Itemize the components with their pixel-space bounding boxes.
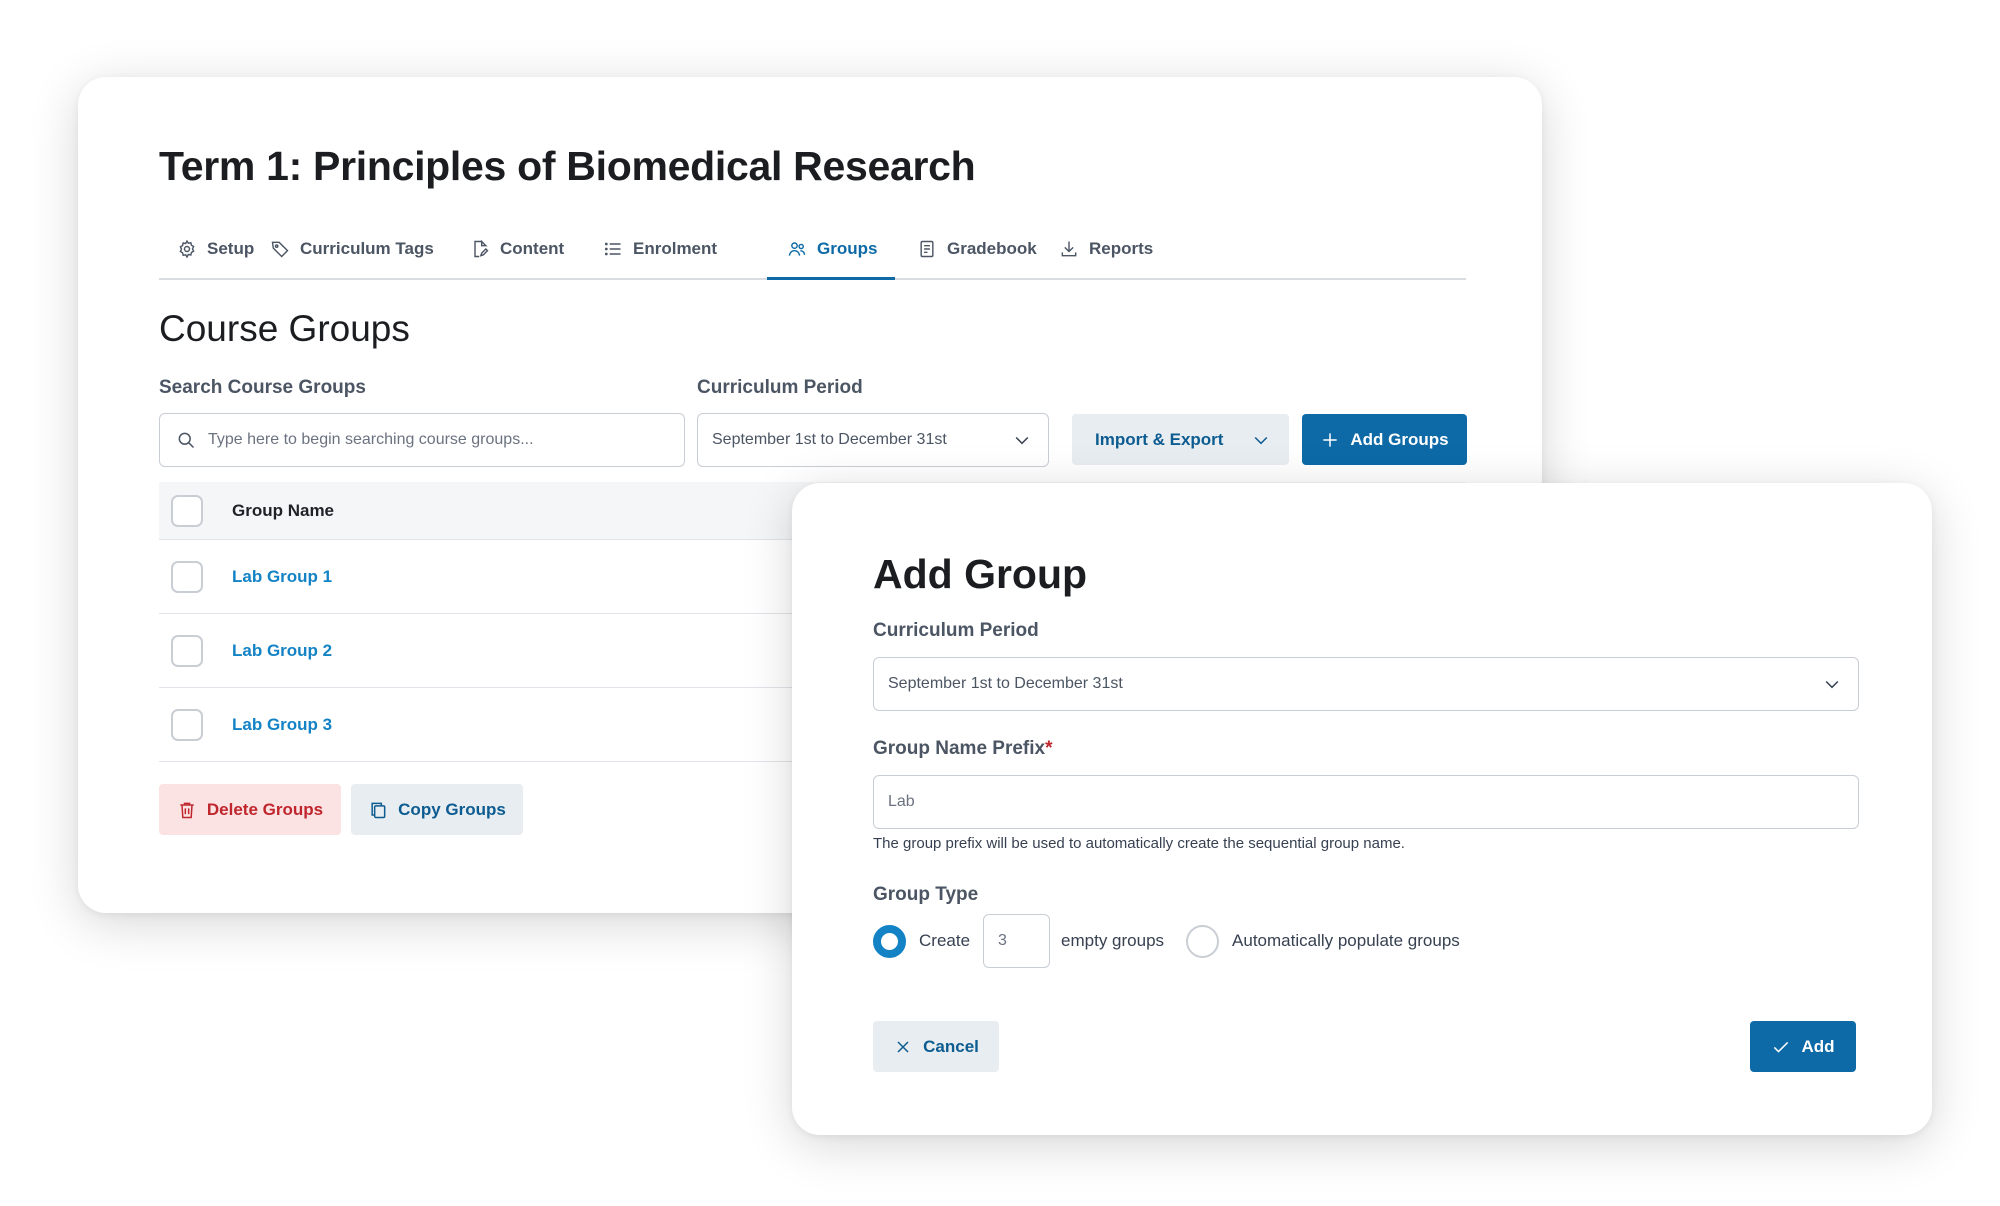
tab-reports[interactable]: Reports (1059, 217, 1153, 280)
document-edit-icon (474, 239, 489, 257)
tab-label: Setup (207, 238, 255, 258)
tab-label: Curriculum Tags (300, 238, 434, 258)
chevron-down-icon (1254, 436, 1268, 444)
row-checkbox[interactable] (171, 560, 203, 593)
list-icon (604, 242, 621, 255)
search-field (159, 413, 685, 467)
row-checkbox[interactable] (171, 708, 203, 741)
group-name-prefix-label-text: Group Name Prefix (873, 738, 1046, 759)
active-tab-indicator (767, 277, 895, 280)
search-label: Search Course Groups (159, 377, 366, 398)
add-groups-label: Add Groups (1350, 429, 1449, 449)
tab-gradebook[interactable]: Gradebook (917, 217, 1037, 280)
import-export-label: Import & Export (1095, 429, 1224, 449)
group-name-prefix-label: Group Name Prefix* (873, 738, 1053, 760)
required-mark: * (1045, 738, 1053, 759)
tab-setup[interactable]: Setup (177, 217, 254, 280)
tab-content[interactable]: Content (470, 217, 564, 280)
copy-groups-button[interactable]: Copy Groups (351, 784, 523, 835)
group-link[interactable]: Lab Group 2 (232, 641, 332, 661)
tab-label: Content (500, 238, 565, 258)
curriculum-period-value: September 1st to December 31st (712, 431, 947, 448)
modal-title: Add Group (873, 551, 1088, 597)
tab-label: Gradebook (947, 238, 1037, 258)
copy-icon (371, 802, 386, 818)
gradebook-icon (920, 240, 934, 257)
group-name-prefix-field (873, 775, 1859, 829)
add-group-modal: Add Group Curriculum Period September 1s… (792, 483, 1932, 1135)
tab-enrolment[interactable]: Enrolment (603, 217, 717, 280)
delete-groups-button[interactable]: Delete Groups (159, 784, 341, 835)
search-icon (178, 432, 195, 449)
page-title: Term 1: Principles of Biomedical Researc… (159, 143, 976, 189)
copy-groups-label: Copy Groups (398, 799, 506, 819)
course-tabs: Setup Curriculum Tags Content Enrolment … (159, 217, 1466, 280)
cancel-button[interactable]: Cancel (873, 1021, 999, 1072)
group-link[interactable]: Lab Group 3 (232, 715, 332, 735)
chevron-down-icon (1825, 680, 1839, 689)
modal-curriculum-period-select[interactable]: September 1st to December 31st (873, 657, 1859, 711)
group-name-prefix-help: The group prefix will be used to automat… (873, 835, 1405, 852)
import-export-button[interactable]: Import & Export (1072, 414, 1289, 465)
add-label: Add (1801, 1036, 1835, 1056)
row-checkbox[interactable] (171, 634, 203, 667)
section-title: Course Groups (159, 308, 410, 349)
download-icon (1061, 241, 1077, 256)
auto-populate-radio[interactable] (1186, 924, 1220, 958)
search-input[interactable] (208, 431, 668, 449)
column-header-group-name: Group Name (232, 500, 335, 520)
users-icon (788, 241, 806, 256)
group-type-options: Create empty groups Automatically popula… (873, 914, 1460, 968)
tab-label: Groups (817, 238, 878, 258)
group-count-input[interactable] (998, 932, 1036, 950)
tab-curriculum-tags[interactable]: Curriculum Tags (270, 217, 434, 280)
curriculum-period-label: Curriculum Period (697, 377, 863, 398)
create-empty-groups-radio[interactable] (873, 924, 906, 958)
modal-curriculum-period-label: Curriculum Period (873, 620, 1039, 641)
close-icon (897, 1040, 909, 1053)
group-link[interactable]: Lab Group 1 (232, 567, 332, 587)
modal-curriculum-period-value: September 1st to December 31st (888, 675, 1123, 692)
tab-label: Reports (1089, 238, 1154, 258)
cancel-label: Cancel (923, 1036, 979, 1056)
add-groups-button[interactable]: Add Groups (1302, 414, 1467, 465)
group-name-prefix-input[interactable] (888, 793, 1844, 811)
trash-icon (180, 802, 194, 818)
chevron-down-icon (1015, 436, 1029, 445)
select-all-checkbox[interactable] (171, 494, 203, 527)
empty-groups-label: empty groups (1061, 931, 1165, 950)
tab-groups[interactable]: Groups (787, 217, 877, 280)
delete-groups-label: Delete Groups (206, 799, 324, 819)
curriculum-period-select[interactable]: September 1st to December 31st (697, 413, 1049, 467)
create-label: Create (919, 931, 971, 950)
tag-icon (271, 241, 289, 258)
add-button[interactable]: Add (1750, 1021, 1856, 1072)
gear-icon (179, 239, 195, 258)
group-count-field (983, 914, 1051, 968)
plus-icon (1323, 432, 1338, 447)
check-icon (1774, 1041, 1789, 1053)
tab-label: Enrolment (633, 238, 718, 258)
auto-populate-label: Automatically populate groups (1232, 931, 1460, 950)
group-type-label: Group Type (873, 884, 979, 905)
